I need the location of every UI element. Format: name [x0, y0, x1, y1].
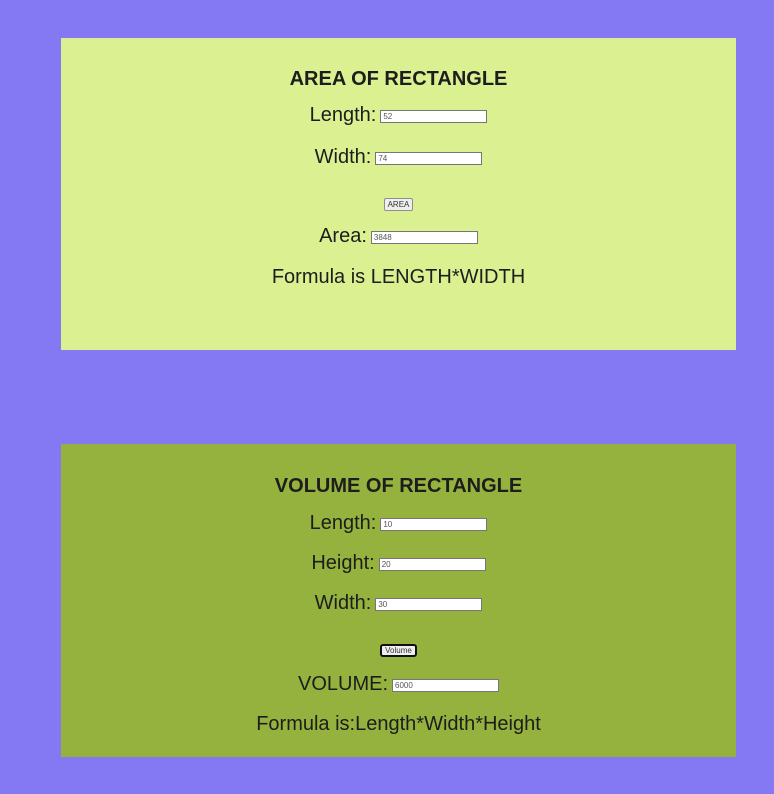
area-length-row: Length:	[61, 104, 736, 127]
volume-result-label: VOLUME:	[297, 673, 389, 695]
area-title: AREA OF RECTANGLE	[289, 68, 508, 90]
area-width-row: Width:	[61, 146, 736, 169]
volume-height-row: Height:	[61, 552, 736, 575]
volume-button-row: Volume	[61, 640, 736, 658]
volume-button[interactable]: Volume	[380, 644, 417, 657]
area-width-label: Width:	[314, 146, 372, 168]
volume-title: VOLUME OF RECTANGLE	[274, 475, 523, 497]
area-result-label: Area:	[319, 225, 367, 247]
volume-panel: VOLUME OF RECTANGLE Length: Height: Widt…	[61, 444, 736, 757]
area-length-input[interactable]	[380, 110, 488, 123]
volume-width-row: Width:	[61, 592, 736, 615]
volume-length-input[interactable]	[380, 518, 488, 531]
volume-result-row: VOLUME:	[61, 673, 736, 696]
area-panel: AREA OF RECTANGLE Length: Width: AREA Ar…	[61, 38, 736, 350]
area-length-label: Length:	[309, 104, 377, 126]
area-result-input[interactable]	[370, 231, 478, 244]
area-formula: Formula is LENGTH*WIDTH	[271, 266, 526, 288]
volume-width-input[interactable]	[375, 598, 483, 611]
area-button-row: AREA	[61, 194, 736, 212]
volume-width-label: Width:	[314, 592, 372, 614]
volume-formula: Formula is:Length*Width*Height	[256, 713, 541, 735]
area-result-row: Area:	[61, 225, 736, 248]
volume-result-input[interactable]	[392, 679, 500, 692]
area-button[interactable]: AREA	[383, 198, 414, 211]
area-width-input[interactable]	[375, 152, 483, 165]
volume-height-label: Height:	[311, 552, 375, 574]
volume-length-row: Length:	[61, 512, 736, 535]
volume-height-input[interactable]	[378, 558, 486, 571]
volume-length-label: Length:	[309, 512, 377, 534]
